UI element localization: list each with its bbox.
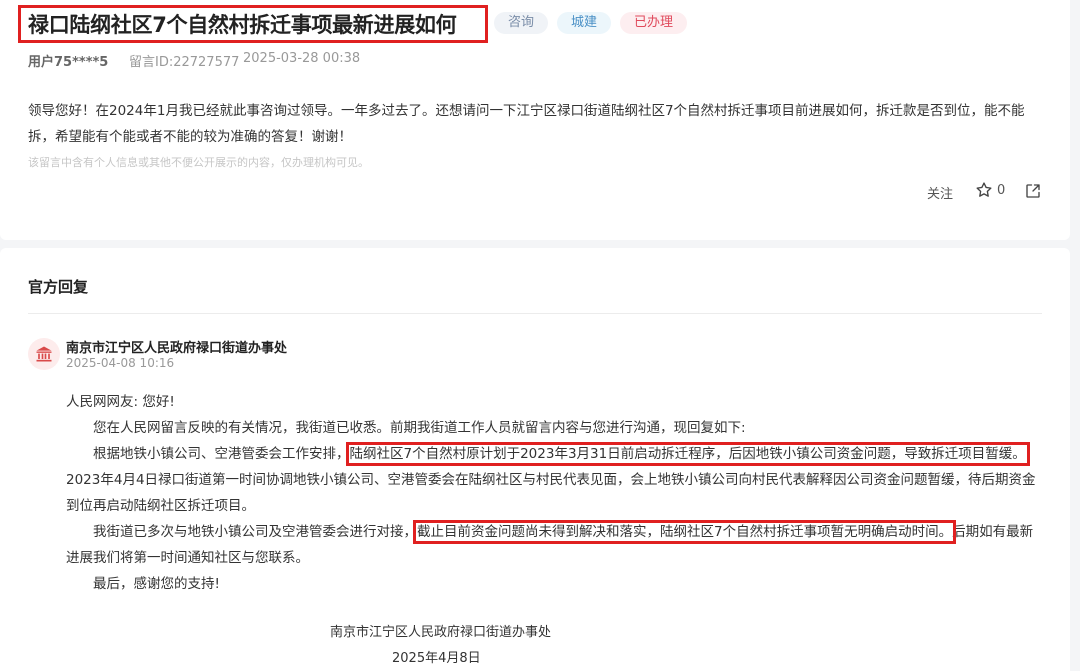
reply-heading: 官方回复 bbox=[28, 278, 89, 296]
reply-paragraph-3: 我街道已多次与地铁小镇公司及空港管委会进行对接，截止目前资金问题尚未得到解决和落… bbox=[66, 519, 1046, 571]
reply-paragraph-1: 您在人民网留言反映的有关情况，我街道已收悉。前期我街道工作人员就留言内容与您进行… bbox=[93, 420, 746, 436]
status-badge: 已办理 bbox=[620, 12, 688, 34]
star-icon[interactable] bbox=[975, 181, 993, 199]
tag-consult[interactable]: 咨询 bbox=[494, 12, 549, 34]
signature-date: 2025年4月8日 bbox=[392, 651, 481, 666]
reply-greeting: 人民网网友: 您好! bbox=[66, 394, 175, 410]
reply-closing: 最后，感谢您的支持! bbox=[93, 576, 220, 592]
reply-paragraph-2: 根据地铁小镇公司、空港管委会工作安排，陆纲社区7个自然村原计划于2023年3月3… bbox=[66, 441, 1046, 519]
highlighted-reply-text: 陆纲社区7个自然村原计划于2023年3月31日前启动拆迁程序，后因地铁小镇公司资… bbox=[345, 442, 1030, 466]
reply-body: 人民网网友: 您好! 您在人民网留言反映的有关情况，我街道已收悉。前期我街道工作… bbox=[66, 389, 1046, 597]
message-card: 禄口陆纲社区7个自然村拆迁事项最新进展如何 咨询 城建 已办理 用户75****… bbox=[0, 0, 1070, 240]
highlighted-reply-text: 截止目前资金问题尚未得到解决和落实，陆纲社区7个自然村拆迁事项暂无明确启动时间。 bbox=[412, 520, 957, 544]
message-datetime: 2025-03-28 00:38 bbox=[243, 51, 361, 66]
official-reply-card: 官方回复 南京市江宁区人民政府禄口街道办事处 2025-04-08 10:16 … bbox=[0, 248, 1070, 671]
reply-text: 2023年4月4日禄口街道第一时间协调地铁小镇公司、空港管委会在陆纲社区与村民代… bbox=[66, 472, 1036, 514]
star-count: 0 bbox=[997, 183, 1006, 198]
reply-datetime: 2025-04-08 10:16 bbox=[66, 356, 175, 370]
follow-button[interactable]: 关注 bbox=[927, 183, 953, 202]
divider bbox=[28, 313, 1042, 314]
message-id: 留言ID:22727577 bbox=[129, 55, 240, 70]
share-icon[interactable] bbox=[1024, 182, 1042, 200]
avatar bbox=[28, 338, 60, 370]
user-name: 用户75****5 bbox=[28, 55, 109, 70]
page-title: 禄口陆纲社区7个自然村拆迁事项最新进展如何 bbox=[28, 13, 457, 37]
reply-text: 我街道已多次与地铁小镇公司及空港管委会进行对接， bbox=[93, 524, 417, 540]
privacy-notice: 该留言中含有个人信息或其他不便公开展示的内容，仅办理机构可见。 bbox=[28, 156, 369, 169]
government-building-icon bbox=[36, 346, 52, 362]
reply-text: 根据地铁小镇公司、空港管委会工作安排， bbox=[93, 446, 350, 462]
message-content: 领导您好！在2024年1月我已经就此事咨询过领导。一年多过去了。还想请问一下江宁… bbox=[28, 103, 1025, 145]
tag-urban-construction[interactable]: 城建 bbox=[557, 12, 612, 34]
signature-org: 南京市江宁区人民政府禄口街道办事处 bbox=[330, 625, 552, 640]
reply-org-name: 南京市江宁区人民政府禄口街道办事处 bbox=[66, 341, 288, 356]
